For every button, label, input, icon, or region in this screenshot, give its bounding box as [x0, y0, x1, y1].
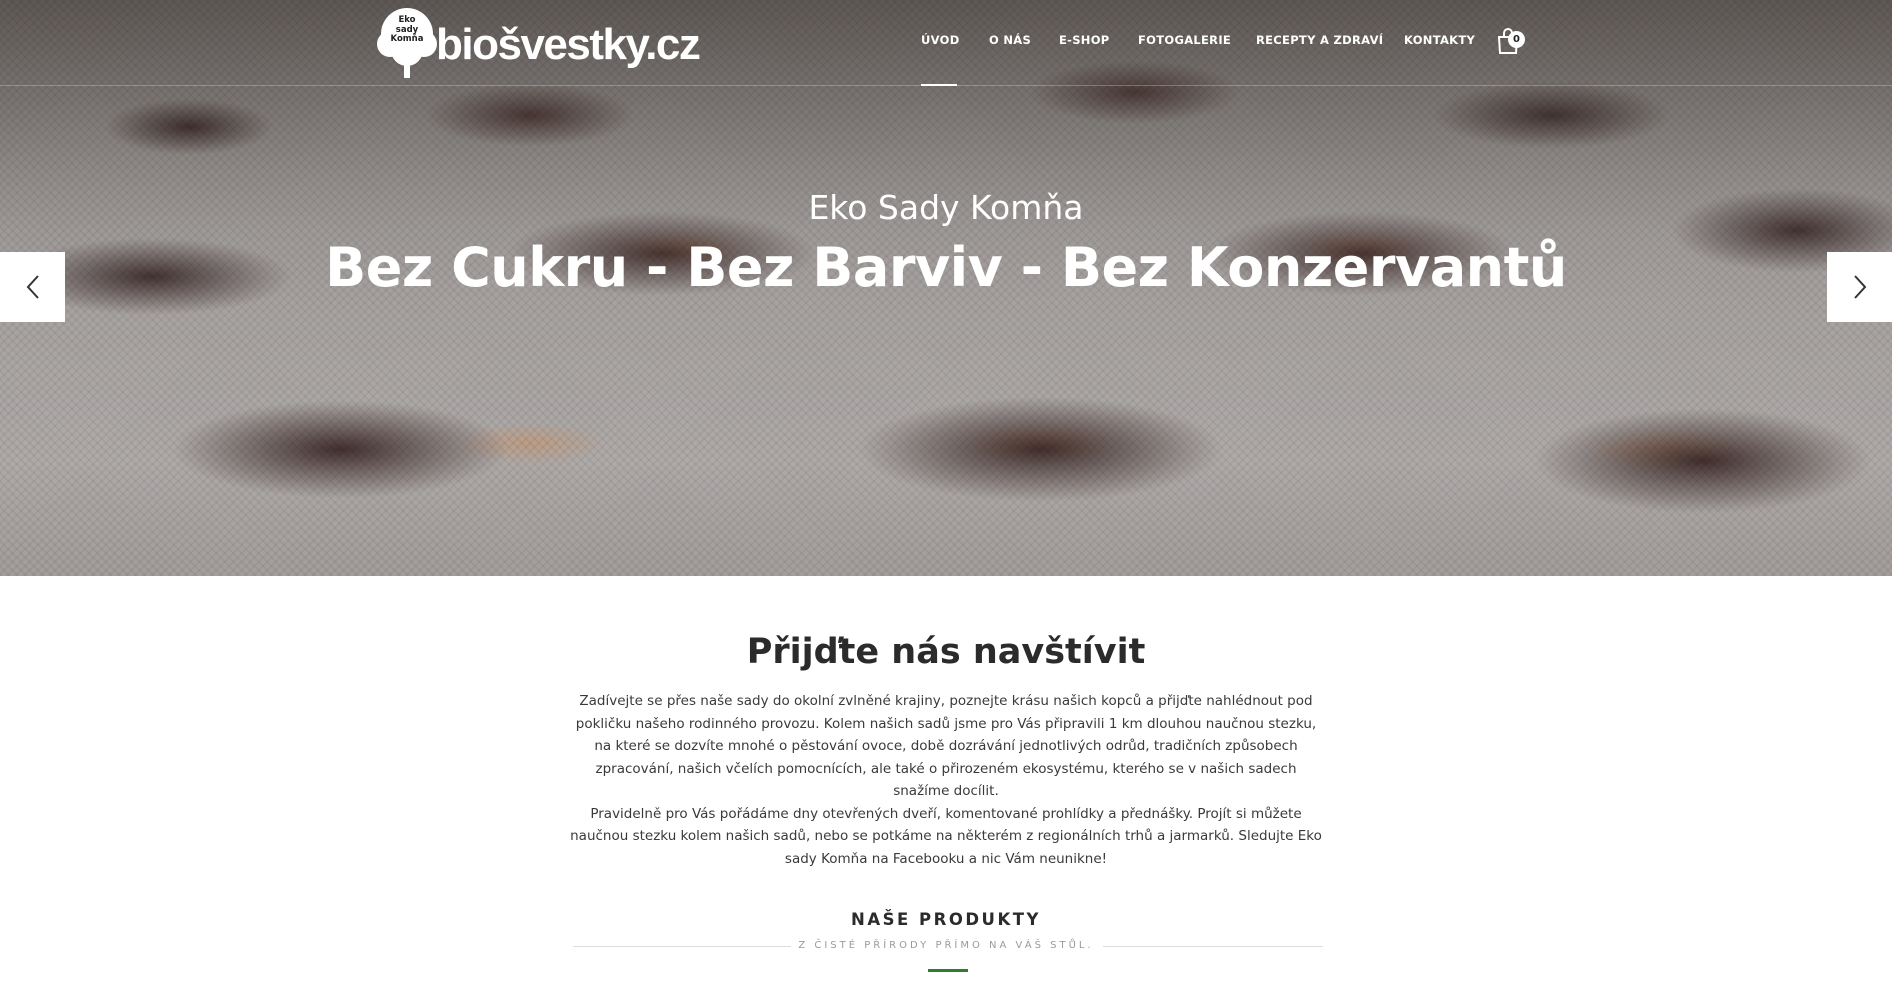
products-accent-bar [928, 969, 968, 972]
site-header: Eko sady Komňa biošvestky.cz ÚVOD O NÁS … [0, 0, 1892, 86]
products-heading: NAŠE PRODUKTY [851, 910, 1041, 929]
intro-paragraph-2: Pravidelně pro Vás pořádáme dny otevřený… [570, 805, 1322, 867]
hero-title: Bez Cukru - Bez Barviv - Bez Konzervantů [325, 236, 1567, 299]
nav-item-uvod[interactable]: ÚVOD [921, 33, 960, 47]
intro-title: Přijďte nás navštívit [746, 632, 1146, 672]
cart-count-badge: 0 [1508, 31, 1525, 48]
products-subheading: Z ČISTÉ PŘÍRODY PŘÍMO NA VÁŠ STŮL. [798, 940, 1094, 951]
main-nav: ÚVOD O NÁS E-SHOP FOTOGALERIE RECEPTY A … [0, 0, 1892, 86]
nav-item-kontakty[interactable]: KONTAKTY [1404, 33, 1475, 47]
intro-text: Zadívejte se přes naše sady do okolní zv… [570, 690, 1322, 870]
nav-item-recepty-a-zdravi[interactable]: RECEPTY A ZDRAVÍ [1256, 33, 1383, 47]
slider-next-button[interactable] [1827, 252, 1892, 322]
slider-prev-button[interactable] [0, 252, 65, 322]
nav-item-fotogalerie[interactable]: FOTOGALERIE [1138, 33, 1231, 47]
nav-item-e-shop[interactable]: E-SHOP [1059, 33, 1110, 47]
hero-subtitle: Eko Sady Komňa [808, 188, 1084, 227]
intro-paragraph-1: Zadívejte se přes naše sady do okolní zv… [575, 693, 1317, 799]
chevron-left-icon [26, 275, 39, 299]
nav-active-indicator [921, 84, 957, 86]
chevron-right-icon [1853, 275, 1866, 299]
nav-item-o-nas[interactable]: O NÁS [989, 33, 1031, 47]
